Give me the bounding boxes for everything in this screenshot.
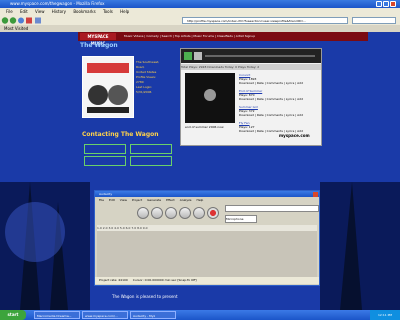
address-bar[interactable]: http://profile.myspace.com/index.cfm?fus… [182, 17, 348, 24]
menu-view[interactable]: View [35, 9, 45, 14]
list-item: End of Summer Plays: 870 Download | Rate… [239, 89, 319, 105]
list-item: Summer Girl Plays: 372 Download | Rate |… [239, 105, 319, 121]
taskbar-item[interactable]: Audacity - Myz [130, 311, 176, 319]
contact-box [84, 144, 174, 180]
audacity-status-bar: Project rate: 44100 Cursor: 0:00.000000 … [95, 277, 319, 284]
stop-button[interactable] [165, 207, 177, 219]
band-photo [82, 56, 134, 118]
menu-file[interactable]: File [6, 9, 13, 14]
window-title: www.myspace.com/thegwagon - Mozilla Fire… [10, 1, 105, 6]
play-button[interactable] [184, 52, 192, 60]
music-player: Total Plays: 2928 Downloads Today: 0 Pla… [180, 48, 322, 146]
song-links[interactable]: Download | Rate | Comments | Lyrics | Ad… [239, 113, 319, 117]
menu-bookmarks[interactable]: Bookmarks [73, 9, 95, 14]
home-icon[interactable] [35, 17, 41, 24]
song-links[interactable]: Download | Rate | Comments | Lyrics | Ad… [239, 97, 319, 101]
menu-analyze[interactable]: Analyze [180, 198, 192, 202]
start-button[interactable]: start [0, 310, 26, 320]
menu-history[interactable]: History [52, 9, 66, 14]
most-visited-link[interactable]: Most Visited [4, 26, 28, 31]
contact-link[interactable] [130, 144, 172, 154]
player-brand: myspace.com [279, 133, 310, 138]
menu-edit[interactable]: Edit [20, 9, 28, 14]
contacting-title: Contacting The Wagon [82, 131, 159, 138]
back-icon[interactable] [1, 17, 9, 24]
reload-icon[interactable] [18, 17, 24, 24]
contact-link[interactable] [84, 156, 126, 166]
myspace-nav[interactable]: Music Videos | Comedy | Search | Top Art… [124, 32, 255, 41]
song-links[interactable]: Download | Rate | Comments | Lyrics | Ad… [239, 81, 319, 85]
menu-tools[interactable]: Tools [103, 9, 113, 14]
band-info: The Southwest, Road, United States Profi… [136, 60, 160, 94]
system-clock: 12:11 PM [370, 310, 400, 320]
player-controls [181, 49, 321, 63]
minimize-button[interactable] [376, 1, 382, 7]
audacity-title: Audacity [99, 192, 113, 196]
browser-nav-bar: http://profile.myspace.com/index.cfm?fus… [0, 16, 400, 25]
menu-help[interactable]: Help [120, 9, 129, 14]
list-item: Convict Plays: 1893 Download | Rate | Co… [239, 73, 319, 89]
project-rate[interactable]: Project rate: 44100 [99, 278, 128, 282]
browser-menu-bar: File Edit View History Bookmarks Tools H… [0, 8, 400, 16]
taskbar: start Macromedia Dreamw... www.myspace.c… [0, 310, 400, 320]
play-button[interactable] [151, 207, 163, 219]
maximize-button[interactable] [383, 1, 389, 7]
stop-button[interactable] [194, 52, 202, 60]
taskbar-item[interactable]: www.myspace.com/... [82, 311, 128, 319]
browser-title-bar: www.myspace.com/thegwagon - Mozilla Fire… [0, 0, 400, 8]
taskbar-item[interactable]: Macromedia Dreamw... [34, 311, 80, 319]
skip-end-button[interactable] [193, 207, 205, 219]
album-caption: end of summer 2006 now [185, 125, 224, 129]
audacity-window: Audacity File Edit View Project Generate… [94, 190, 320, 286]
menu-help[interactable]: Help [197, 198, 204, 202]
audacity-toolbar: Microphone [97, 203, 319, 225]
search-input[interactable] [352, 17, 396, 24]
contact-link[interactable] [130, 156, 172, 166]
bookmarks-bar: Most Visited [0, 25, 400, 32]
pause-button[interactable] [137, 207, 149, 219]
skip-start-button[interactable] [179, 207, 191, 219]
stop-icon[interactable] [26, 17, 32, 24]
contact-link[interactable] [84, 144, 126, 154]
menu-project[interactable]: Project [132, 198, 142, 202]
level-meter: Microphone [225, 205, 319, 223]
close-icon[interactable] [313, 191, 318, 197]
cursor-position: Cursor: 0:00.000000 min:sec [Snap-To Off… [132, 278, 197, 282]
player-stats: Total Plays: 2928 Downloads Today: 0 Pla… [181, 64, 321, 70]
myspace-header: MYSPACE MUSIC Music Videos | Comedy | Se… [78, 32, 368, 46]
myspace-logo[interactable]: MYSPACE MUSIC [80, 33, 116, 46]
footer-text: The Wagon is pleased to present [112, 294, 178, 299]
band-name: The Wagon [80, 42, 118, 49]
track-area[interactable] [97, 231, 317, 277]
menu-file[interactable]: File [99, 198, 104, 202]
menu-effect[interactable]: Effect [166, 198, 175, 202]
menu-generate[interactable]: Generate [147, 198, 161, 202]
meter-bar [225, 205, 319, 212]
close-button[interactable] [390, 1, 396, 7]
album-art [185, 73, 235, 123]
record-button[interactable] [207, 207, 219, 219]
forward-icon[interactable] [9, 17, 17, 24]
progress-track[interactable] [205, 55, 315, 57]
menu-view[interactable]: View [120, 198, 127, 202]
menu-edit[interactable]: Edit [109, 198, 115, 202]
input-device-select[interactable]: Microphone [225, 215, 257, 223]
song-list: Convict Plays: 1893 Download | Rate | Co… [239, 73, 319, 137]
